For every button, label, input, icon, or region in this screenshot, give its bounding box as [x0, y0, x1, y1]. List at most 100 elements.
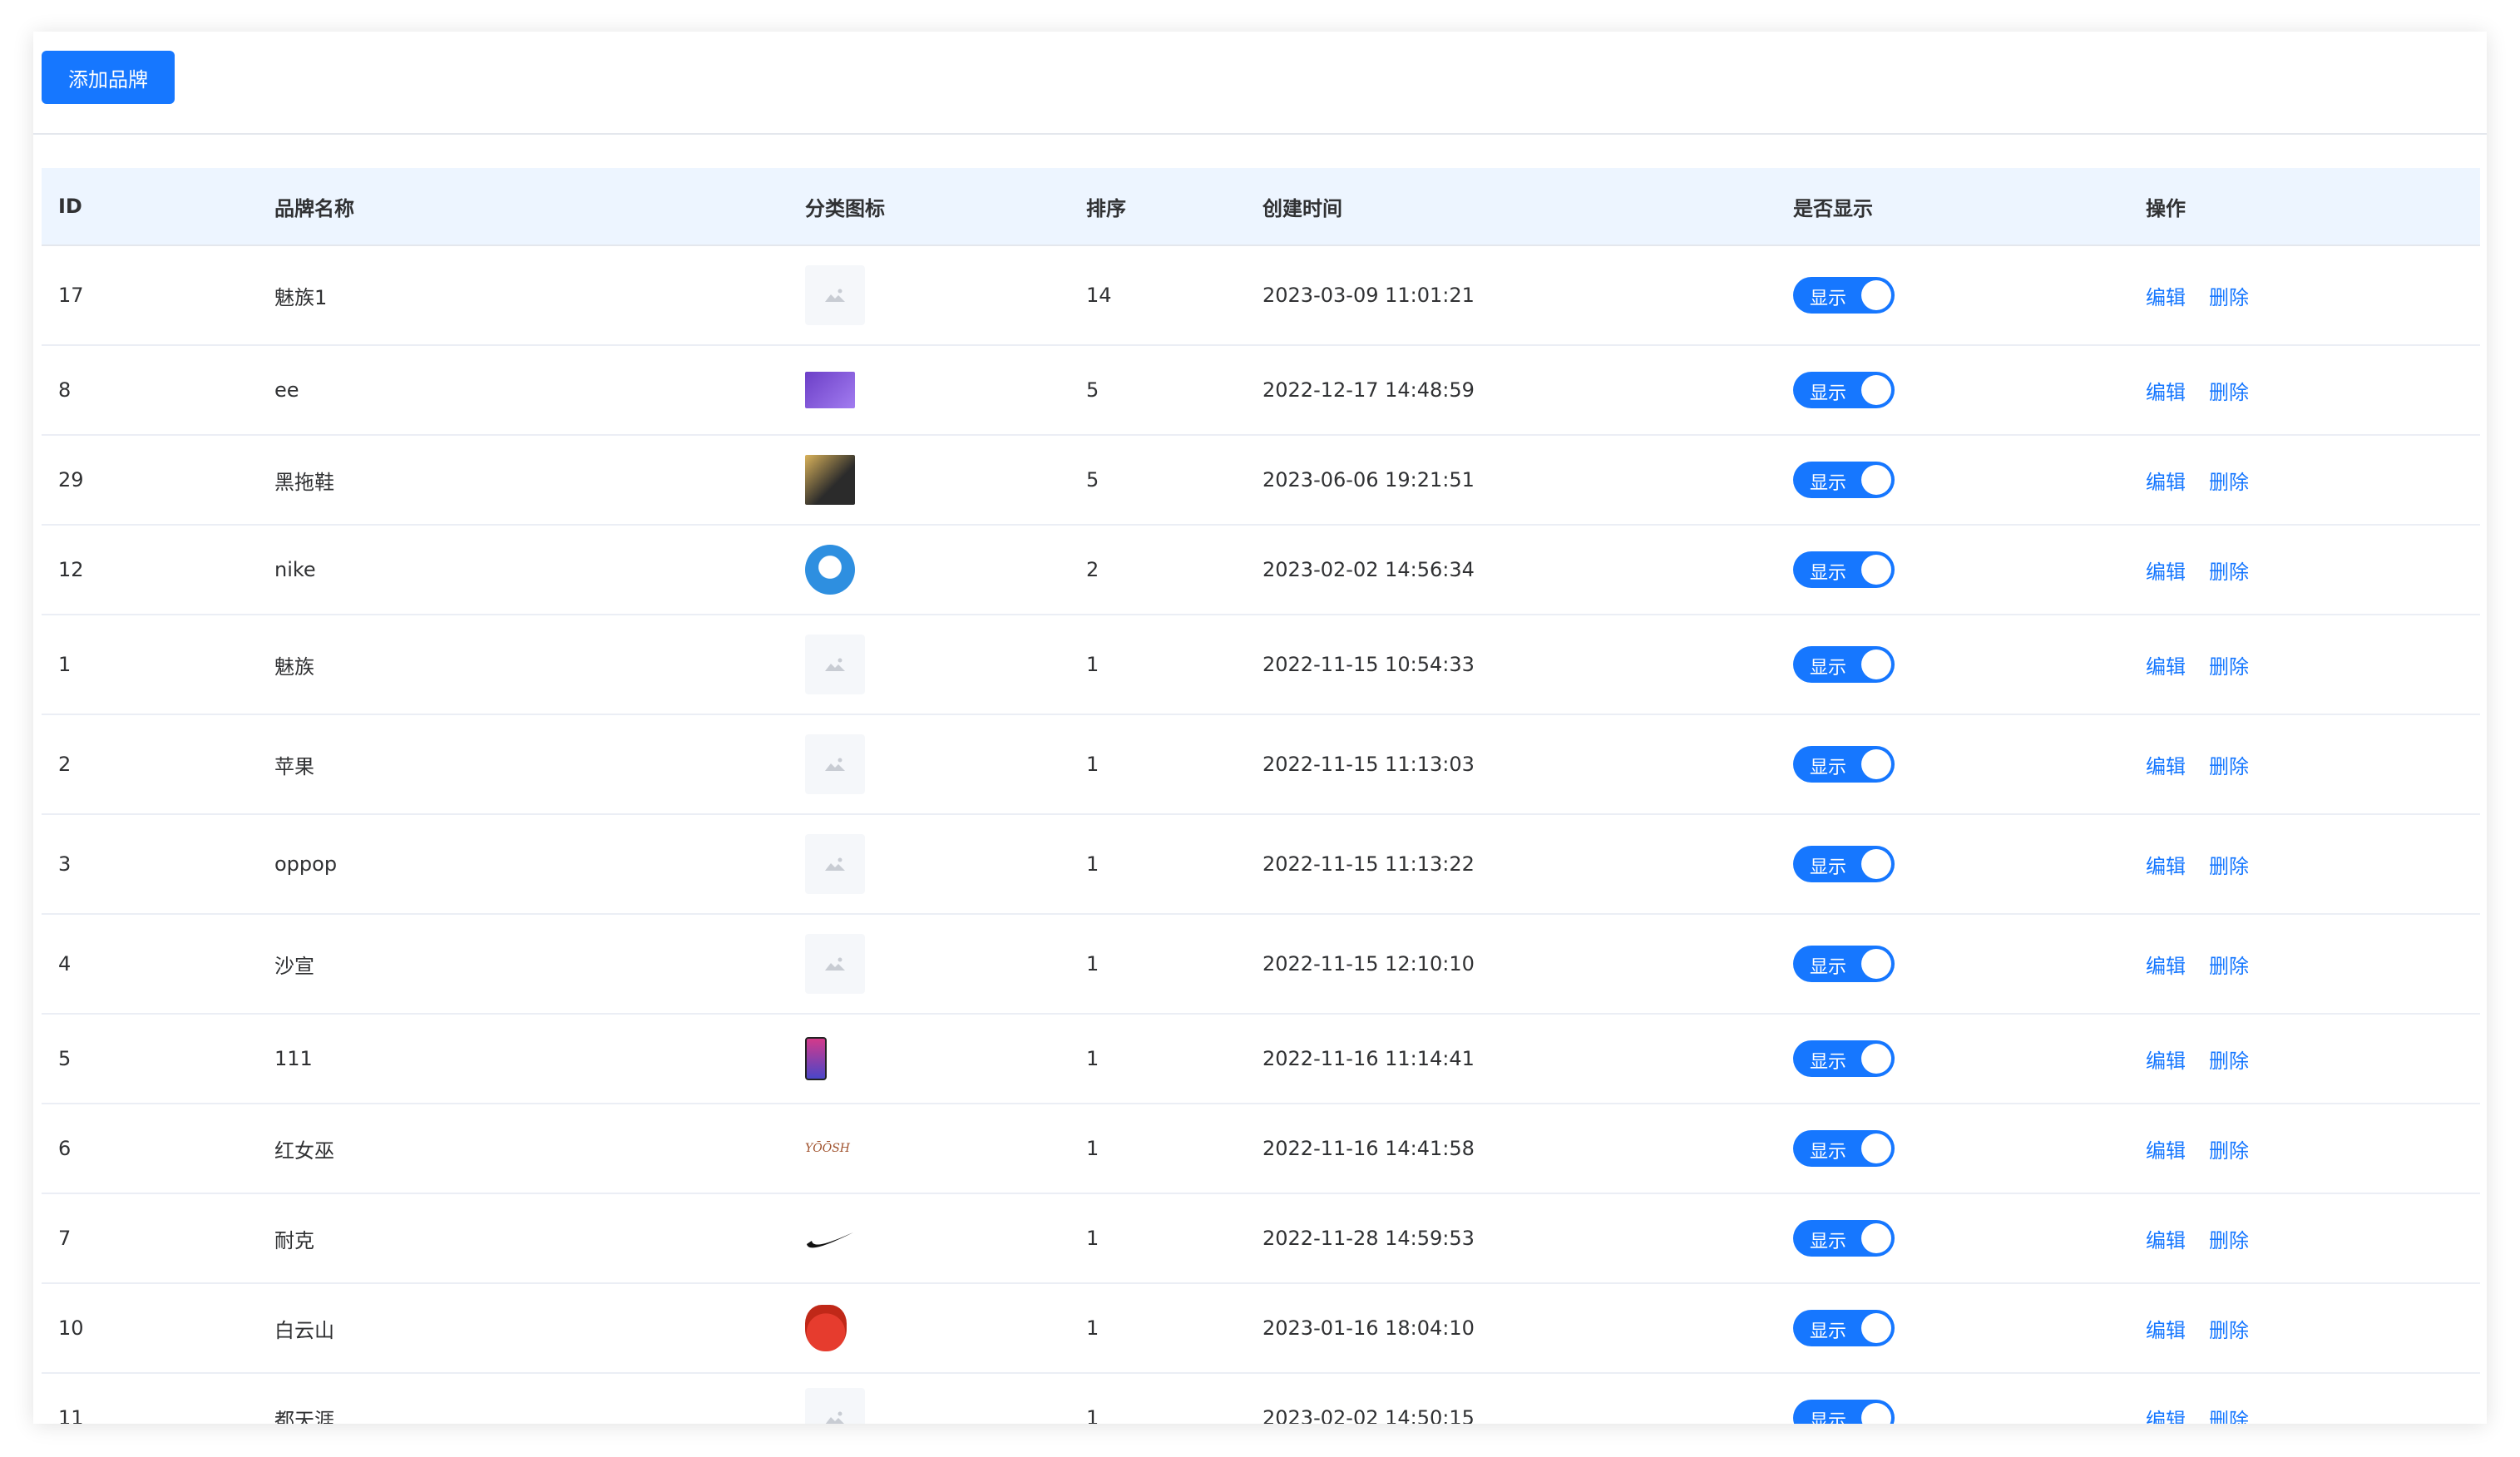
edit-link[interactable]: 编辑 [2146, 286, 2186, 309]
cell-brand-name: 白云山 [274, 1318, 334, 1342]
edit-link[interactable]: 编辑 [2146, 471, 2186, 494]
cell-actions: 编辑 删除 [2129, 556, 2480, 585]
delete-link[interactable]: 删除 [2209, 755, 2249, 778]
delete-link[interactable]: 删除 [2209, 1050, 2249, 1073]
delete-link[interactable]: 删除 [2209, 471, 2249, 494]
cell-id: 7 [58, 1227, 72, 1250]
visible-toggle[interactable]: 显示 [1793, 746, 1895, 783]
brand-table: ID 品牌名称 分类图标 排序 创建时间 是否显示 操作 17 魅族1 14 2023… [42, 168, 2480, 1424]
toggle-knob [1861, 649, 1891, 679]
edit-link[interactable]: 编辑 [2146, 1319, 2186, 1342]
edit-link[interactable]: 编辑 [2146, 381, 2186, 404]
visible-toggle[interactable]: 显示 [1793, 1040, 1895, 1077]
toggle-label: 显示 [1810, 473, 1847, 494]
cell-visible: 显示 [1776, 551, 2129, 588]
cell-brand-name: 苹果 [274, 754, 314, 778]
toggle-label: 显示 [1810, 1411, 1847, 1424]
cell-category-icon [788, 545, 1070, 595]
visible-toggle[interactable]: 显示 [1793, 646, 1895, 683]
doraemon-icon [805, 545, 855, 595]
cell-category-icon [788, 1388, 1070, 1424]
edit-link[interactable]: 编辑 [2146, 955, 2186, 978]
cell-visible: 显示 [1776, 372, 2129, 408]
cell-actions: 编辑 删除 [2129, 750, 2480, 779]
edit-link[interactable]: 编辑 [2146, 755, 2186, 778]
cell-sort: 14 [1086, 284, 1112, 307]
cell-category-icon [788, 834, 1070, 894]
visible-toggle[interactable]: 显示 [1793, 1310, 1895, 1346]
cell-brand-name: 魅族1 [274, 285, 328, 309]
edit-link[interactable]: 编辑 [2146, 1229, 2186, 1252]
cell-actions: 编辑 删除 [2129, 281, 2480, 310]
cell-visible: 显示 [1776, 462, 2129, 498]
toggle-knob [1861, 949, 1891, 979]
visible-toggle[interactable]: 显示 [1793, 1220, 1895, 1257]
cell-id: 4 [58, 952, 72, 975]
table-row: 4 沙宣 1 2022-11-15 12:10:10 显示 编辑 删除 [42, 915, 2480, 1015]
cell-id: 10 [58, 1316, 84, 1340]
visible-toggle[interactable]: 显示 [1793, 846, 1895, 882]
cell-sort: 1 [1086, 1316, 1099, 1340]
visible-toggle[interactable]: 显示 [1793, 551, 1895, 588]
edit-link[interactable]: 编辑 [2146, 655, 2186, 679]
visible-toggle[interactable]: 显示 [1793, 462, 1895, 498]
cell-category-icon [788, 1037, 1070, 1080]
visible-toggle[interactable]: 显示 [1793, 277, 1895, 314]
cell-id: 5 [58, 1047, 72, 1070]
header-actions: 操作 [2146, 196, 2186, 220]
cell-sort: 1 [1086, 653, 1099, 676]
edit-link[interactable]: 编辑 [2146, 1409, 2186, 1425]
cell-visible: 显示 [1776, 846, 2129, 882]
header-brand-name: 品牌名称 [274, 196, 354, 220]
visible-toggle[interactable]: 显示 [1793, 1400, 1895, 1424]
table-row: 5 111 1 2022-11-16 11:14:41 显示 编辑 删除 [42, 1015, 2480, 1104]
table-row: 7 耐克 1 2022-11-28 14:59:53 显示 编辑 删除 [42, 1194, 2480, 1284]
cell-id: 8 [58, 378, 72, 402]
visible-toggle[interactable]: 显示 [1793, 946, 1895, 982]
cell-brand-name: 沙宣 [274, 954, 314, 978]
edit-link[interactable]: 编辑 [2146, 1050, 2186, 1073]
delete-link[interactable]: 删除 [2209, 655, 2249, 679]
cell-brand-name: 都天涯 [274, 1408, 334, 1425]
cell-actions: 编辑 删除 [2129, 1224, 2480, 1253]
add-brand-button[interactable]: 添加品牌 [42, 51, 175, 104]
cell-visible: 显示 [1776, 1310, 2129, 1346]
cell-id: 17 [58, 284, 84, 307]
header-visible: 是否显示 [1793, 196, 1873, 220]
yoosh-logo-icon: YŌŌSH [805, 1142, 850, 1155]
delete-link[interactable]: 删除 [2209, 955, 2249, 978]
edit-link[interactable]: 编辑 [2146, 561, 2186, 584]
delete-link[interactable]: 删除 [2209, 1229, 2249, 1252]
cell-created-time: 2022-12-17 14:48:59 [1262, 378, 1475, 402]
delete-link[interactable]: 删除 [2209, 381, 2249, 404]
delete-link[interactable]: 删除 [2209, 561, 2249, 584]
delete-link[interactable]: 删除 [2209, 1319, 2249, 1342]
cell-sort: 1 [1086, 753, 1099, 776]
visible-toggle[interactable]: 显示 [1793, 372, 1895, 408]
image-placeholder-icon [805, 934, 865, 994]
edit-link[interactable]: 编辑 [2146, 1139, 2186, 1163]
image-placeholder-icon [805, 1388, 865, 1424]
toggle-knob [1861, 849, 1891, 879]
toggle-knob [1861, 1044, 1891, 1074]
edit-link[interactable]: 编辑 [2146, 855, 2186, 878]
delete-link[interactable]: 删除 [2209, 855, 2249, 878]
cell-brand-name: ee [274, 378, 299, 402]
cell-id: 2 [58, 753, 72, 776]
toggle-knob [1861, 280, 1891, 310]
cell-created-time: 2022-11-15 12:10:10 [1262, 952, 1475, 975]
phone-icon [805, 1037, 827, 1080]
delete-link[interactable]: 删除 [2209, 1409, 2249, 1425]
cell-sort: 1 [1086, 952, 1099, 975]
cell-category-icon [788, 455, 1070, 505]
cell-id: 12 [58, 558, 84, 581]
cell-id: 11 [58, 1406, 84, 1424]
delete-link[interactable]: 删除 [2209, 286, 2249, 309]
cell-created-time: 2022-11-15 11:13:03 [1262, 753, 1475, 776]
delete-link[interactable]: 删除 [2209, 1139, 2249, 1163]
table-row: 1 魅族 1 2022-11-15 10:54:33 显示 编辑 删除 [42, 615, 2480, 715]
toggle-knob [1861, 1133, 1891, 1163]
cell-brand-name: nike [274, 558, 316, 581]
visible-toggle[interactable]: 显示 [1793, 1130, 1895, 1167]
table-row: 17 魅族1 14 2023-03-09 11:01:21 显示 编辑 删除 [42, 246, 2480, 346]
